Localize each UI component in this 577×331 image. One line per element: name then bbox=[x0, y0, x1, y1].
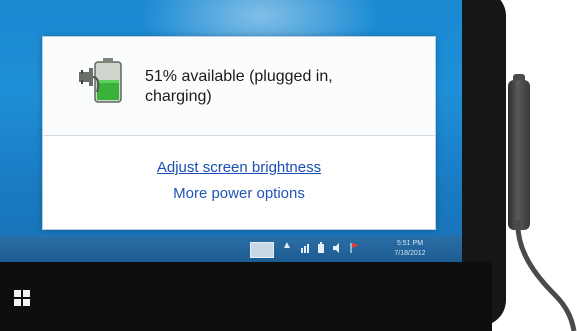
device-bezel-bottom bbox=[0, 262, 492, 331]
battery-status-text: 51% available (plugged in, charging) bbox=[145, 68, 333, 105]
battery-flyout: 51% available (plugged in, charging) Adj… bbox=[42, 36, 436, 230]
clock-time: 5:51 PM bbox=[396, 240, 424, 247]
charger-cable bbox=[515, 220, 577, 331]
battery-status-panel: 51% available (plugged in, charging) bbox=[43, 37, 435, 136]
taskbar-clock[interactable]: 5:51 PM 7/18/2012 bbox=[380, 239, 440, 259]
windows-start-icon[interactable] bbox=[14, 290, 30, 306]
show-hidden-icons-arrow[interactable]: ▲ bbox=[282, 240, 292, 258]
more-power-options-link[interactable]: More power options bbox=[43, 185, 435, 202]
adjust-brightness-link[interactable]: Adjust screen brightness bbox=[43, 159, 435, 176]
battery-charging-icon bbox=[79, 58, 122, 103]
volume-icon[interactable] bbox=[332, 242, 342, 254]
keyboard-icon[interactable] bbox=[250, 242, 274, 258]
desktop-screen: 51% available (plugged in, charging) Adj… bbox=[0, 0, 462, 262]
clock-date: 7/18/2012 bbox=[394, 250, 426, 257]
charger-plug bbox=[508, 80, 530, 230]
taskbar: ▲ 5:51 PM 7/18/2012 bbox=[0, 236, 462, 262]
network-icon[interactable] bbox=[300, 242, 310, 254]
flag-icon[interactable] bbox=[350, 242, 360, 254]
power-icon[interactable] bbox=[316, 242, 326, 254]
